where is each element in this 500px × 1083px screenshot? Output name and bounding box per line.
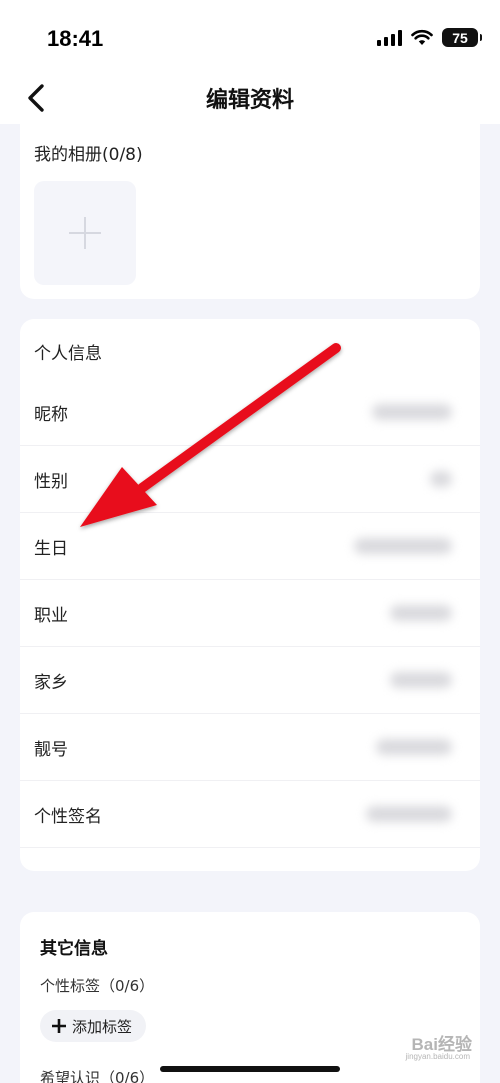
birthday-label: 生日: [34, 539, 68, 559]
cellular-signal-icon: [377, 29, 402, 46]
status-time: 18:41: [47, 26, 104, 51]
birthday-value-blurred: [354, 538, 452, 554]
vanity-number-row[interactable]: 靓号: [20, 714, 480, 781]
plus-icon: [52, 1019, 66, 1033]
plus-icon: [69, 217, 101, 249]
nickname-label: 昵称: [34, 405, 68, 425]
occupation-label: 职业: [34, 606, 68, 626]
personal-info-title: 个人信息: [34, 344, 102, 364]
status-bar: 18:41 75: [0, 0, 500, 78]
gender-value-blurred: [430, 471, 452, 487]
home-indicator: [160, 1066, 340, 1072]
birthday-row[interactable]: 生日: [20, 513, 480, 580]
add-photo-button[interactable]: [34, 181, 136, 285]
nickname-value-blurred: [372, 404, 452, 420]
vanity-number-label: 靓号: [34, 740, 68, 760]
watermark-url: jingyan.baidu.com: [405, 1052, 470, 1061]
hometown-label: 家乡: [34, 673, 68, 693]
album-card: 我的相册(0/8): [20, 124, 480, 299]
other-info-title: 其它信息: [40, 939, 108, 959]
add-tag-button[interactable]: 添加标签: [40, 1010, 147, 1042]
occupation-row[interactable]: 职业: [20, 580, 480, 647]
add-tag-label: 添加标签: [72, 1017, 133, 1036]
hometown-row[interactable]: 家乡: [20, 647, 480, 714]
wifi-icon: [411, 29, 433, 45]
vanity-number-value-blurred: [376, 739, 452, 755]
signature-row[interactable]: 个性签名: [20, 781, 480, 848]
gender-label: 性别: [34, 472, 68, 492]
page-title: 编辑资料: [205, 88, 294, 113]
signature-label: 个性签名: [34, 807, 102, 827]
battery-icon: 75: [442, 28, 482, 47]
occupation-value-blurred: [390, 605, 452, 621]
signature-value-blurred: [366, 806, 452, 822]
hometown-value-blurred: [390, 672, 452, 688]
personal-tags-label: 个性标签（0/6）: [40, 977, 155, 995]
nickname-row[interactable]: 昵称: [20, 379, 480, 446]
gender-row[interactable]: 性别: [20, 446, 480, 513]
row-divider: [20, 847, 480, 848]
status-icons: 75: [377, 28, 482, 47]
hope-to-meet-label: 希望认识（0/6）: [40, 1069, 155, 1083]
nav-bar: 编辑资料: [0, 78, 500, 124]
personal-info-card: 个人信息 昵称 性别 生日 职业 家乡 靓号 个性签名: [20, 319, 480, 871]
album-title: 我的相册(0/8): [34, 145, 143, 165]
